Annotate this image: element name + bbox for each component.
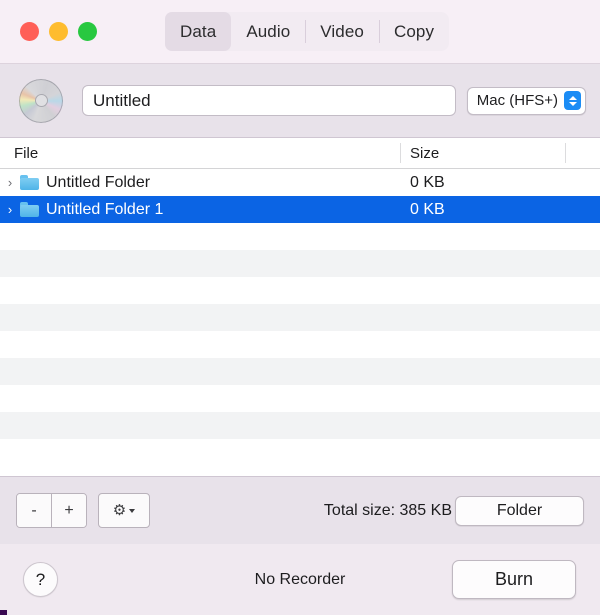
- column-header-file-label: File: [14, 144, 39, 162]
- file-list: File Size › Untitled Folder 0 KB › Untitled …: [0, 138, 600, 476]
- mode-tab-bar: Data Audio Video Copy: [165, 12, 450, 51]
- table-row-empty: [0, 385, 600, 412]
- column-header-size[interactable]: Size: [410, 138, 439, 168]
- footer-bar: ? No Recorder Burn: [0, 544, 600, 615]
- table-row-empty: [0, 223, 600, 250]
- table-row-empty: [0, 439, 600, 466]
- column-divider[interactable]: [565, 143, 566, 163]
- file-list-rows: › Untitled Folder 0 KB › Untitled Folder 1 0 …: [0, 169, 600, 476]
- tab-audio-label: Audio: [246, 21, 291, 41]
- table-row-empty: [0, 358, 600, 385]
- add-item-button[interactable]: +: [51, 494, 86, 527]
- table-row-empty: [0, 331, 600, 358]
- column-header-size-label: Size: [410, 144, 440, 162]
- filesystem-format-value: Mac (HFS+): [476, 92, 558, 109]
- gear-icon: ⚙: [112, 502, 127, 519]
- file-list-header: File Size: [0, 138, 600, 169]
- column-divider[interactable]: [400, 143, 401, 163]
- settings-menu-button[interactable]: ⚙: [98, 493, 150, 528]
- tab-video[interactable]: Video: [305, 12, 379, 51]
- remove-item-label: -: [31, 501, 37, 519]
- chevron-up-down-icon: [564, 91, 581, 110]
- maximize-button[interactable]: [78, 22, 97, 41]
- table-row[interactable]: › Untitled Folder 0 KB: [0, 169, 600, 196]
- window-corner-artifact: [0, 610, 7, 615]
- new-folder-label: Folder: [496, 501, 543, 519]
- tab-data[interactable]: Data: [165, 12, 232, 51]
- file-name-cell: Untitled Folder 1: [46, 200, 164, 218]
- title-bar: Data Audio Video Copy: [0, 0, 600, 64]
- column-header-file[interactable]: File: [14, 138, 38, 168]
- folder-icon: [20, 202, 39, 217]
- add-item-label: +: [64, 501, 74, 519]
- remove-item-button[interactable]: -: [17, 494, 51, 527]
- file-size-cell: 0 KB: [410, 200, 445, 218]
- table-row-empty: [0, 304, 600, 331]
- file-actions-bar: - + ⚙ Total size: 385 KB Folder: [0, 476, 600, 544]
- disc-name-value: Untitled: [93, 90, 151, 110]
- tab-audio[interactable]: Audio: [231, 12, 305, 51]
- table-row-empty: [0, 277, 600, 304]
- table-row-empty: [0, 250, 600, 277]
- filesystem-format-select[interactable]: Mac (HFS+): [466, 86, 586, 115]
- file-name-cell: Untitled Folder: [46, 173, 151, 191]
- burn-app-window: Data Audio Video Copy Untitled Mac (HFS+…: [0, 0, 600, 615]
- window-controls: [20, 22, 97, 41]
- table-row-empty: [0, 412, 600, 439]
- chevron-down-icon: [129, 508, 136, 513]
- minimize-button[interactable]: [49, 22, 68, 41]
- help-button[interactable]: ?: [23, 562, 58, 597]
- new-folder-button[interactable]: Folder: [455, 495, 584, 526]
- disc-icon: [19, 78, 63, 123]
- disclosure-triangle-icon[interactable]: ›: [0, 176, 20, 189]
- disc-name-input[interactable]: Untitled: [82, 85, 456, 116]
- total-size-label: Total size: 385 KB: [323, 501, 452, 519]
- file-size-cell: 0 KB: [410, 173, 445, 191]
- disclosure-triangle-icon[interactable]: ›: [0, 203, 20, 216]
- folder-icon: [20, 175, 39, 190]
- burn-button-label: Burn: [494, 569, 534, 589]
- table-row[interactable]: › Untitled Folder 1 0 KB: [0, 196, 600, 223]
- disc-toolbar: Untitled Mac (HFS+): [0, 64, 600, 138]
- help-icon: ?: [35, 569, 46, 589]
- add-remove-segmented: - +: [16, 493, 87, 528]
- burn-button[interactable]: Burn: [452, 560, 576, 599]
- tab-copy[interactable]: Copy: [378, 12, 449, 51]
- tab-video-label: Video: [320, 21, 364, 41]
- tab-data-label: Data: [180, 21, 217, 41]
- close-button[interactable]: [20, 22, 39, 41]
- tab-copy-label: Copy: [393, 21, 435, 41]
